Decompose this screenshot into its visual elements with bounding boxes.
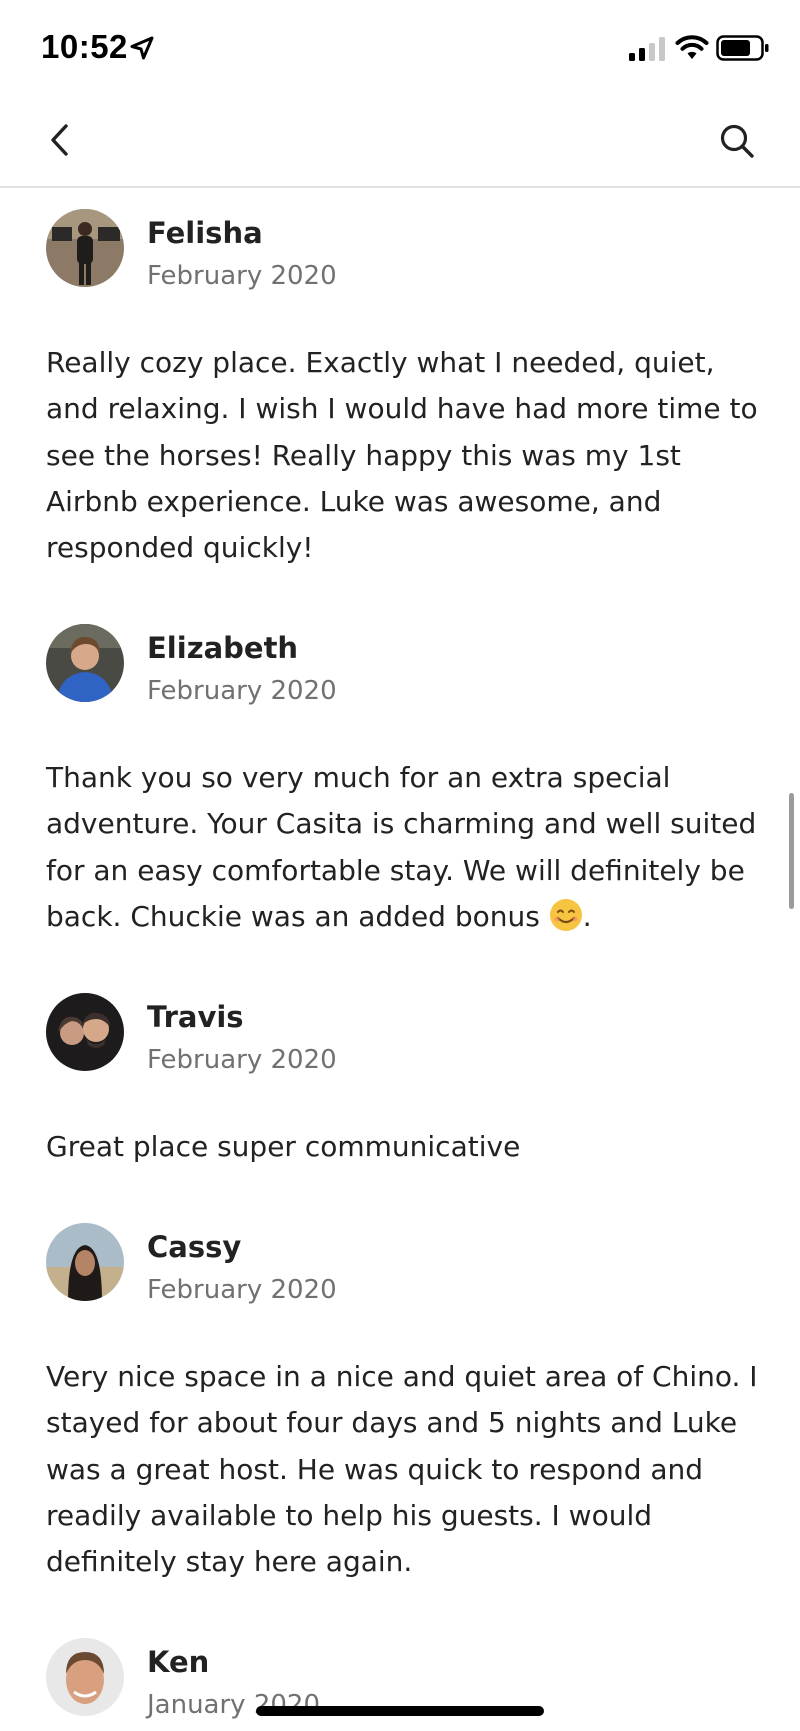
nav-bar (0, 96, 800, 188)
search-icon[interactable] (714, 118, 762, 166)
scrollbar[interactable] (789, 793, 794, 909)
chevron-left-icon[interactable] (40, 118, 80, 162)
wifi-icon (675, 35, 709, 59)
avatar[interactable] (46, 624, 124, 702)
status-bar: 10:52 (0, 0, 800, 96)
avatar[interactable] (46, 1223, 124, 1301)
avatar[interactable] (46, 993, 124, 1071)
avatar[interactable] (46, 1638, 124, 1716)
battery-icon (716, 35, 769, 61)
reviewer-name: Cassy (147, 1230, 242, 1264)
smiling-face-emoji (549, 898, 582, 931)
review-text: Great place super communicative (46, 1130, 521, 1163)
cellular-signal-icon (629, 37, 665, 61)
review-text-end: . (582, 899, 592, 933)
review-text: Very nice space in a nice and quiet area… (46, 1360, 758, 1579)
location-arrow-icon (130, 36, 154, 60)
review-text-body: Thank you so very much for an extra spec… (46, 761, 757, 933)
review-date: February 2020 (147, 1045, 337, 1075)
review-date: February 2020 (147, 1275, 337, 1305)
review-date: February 2020 (147, 676, 337, 706)
reviewer-name: Ken (147, 1645, 210, 1679)
status-time: 10:52 (41, 28, 128, 65)
review-date: February 2020 (147, 261, 337, 291)
reviewer-name: Felisha (147, 216, 263, 250)
home-indicator[interactable] (256, 1706, 544, 1716)
review-text: Thank you so very much for an extra spec… (46, 755, 760, 940)
reviewer-name: Elizabeth (147, 631, 299, 665)
avatar[interactable] (46, 209, 124, 287)
review-text: Really cozy place. Exactly what I needed… (46, 346, 758, 565)
reviewer-name: Travis (147, 1000, 244, 1034)
